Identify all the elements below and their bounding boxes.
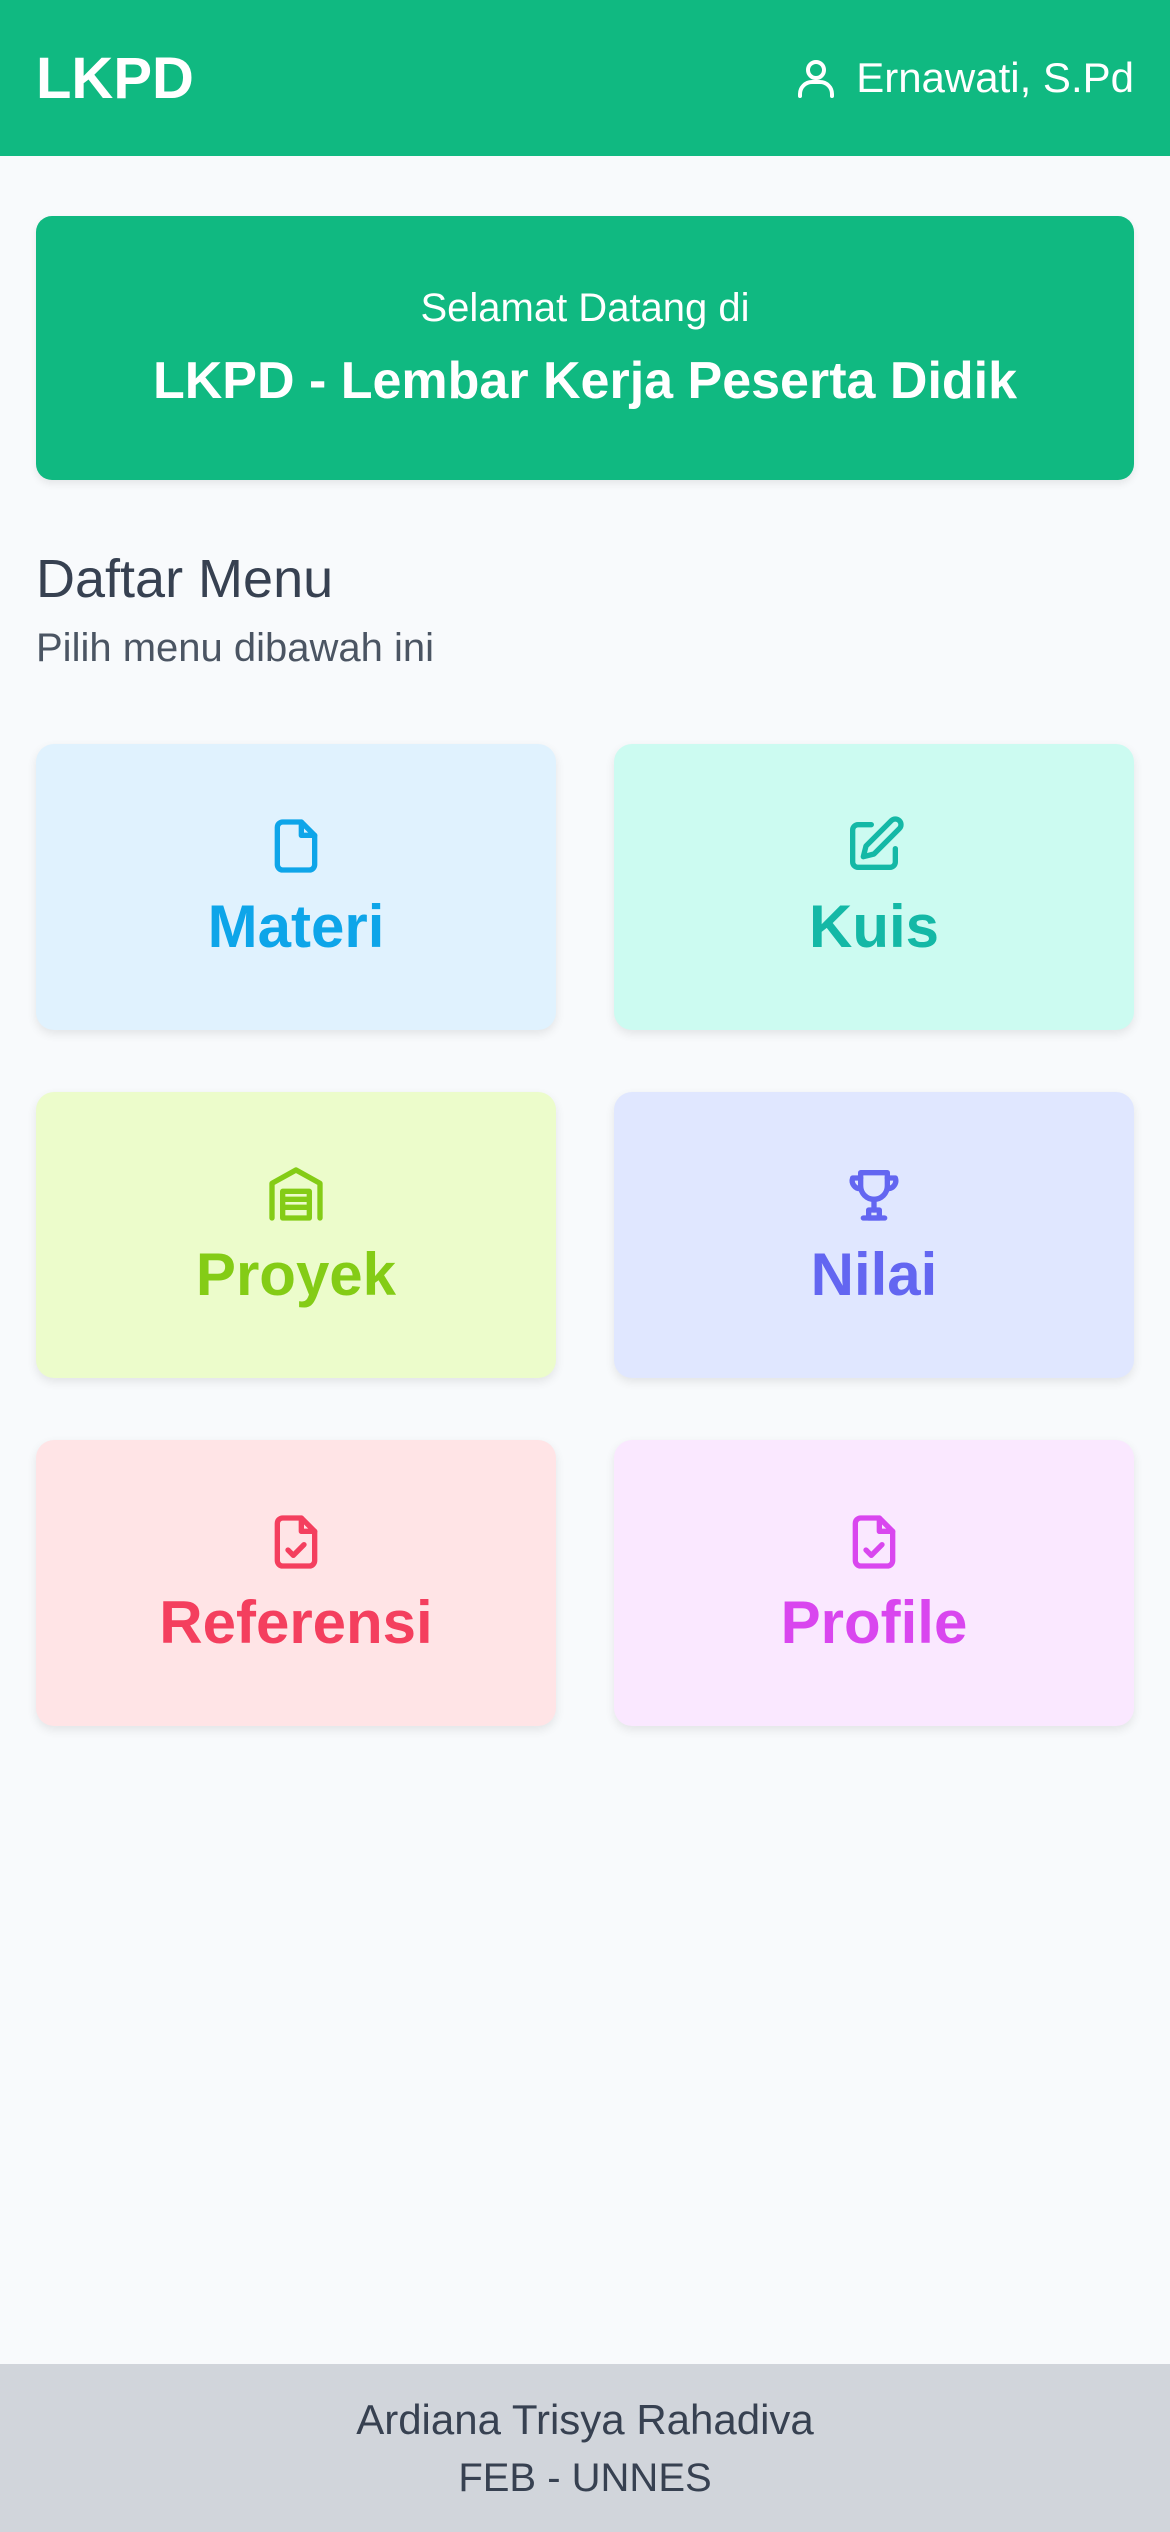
file-check-icon: [264, 1510, 328, 1574]
footer-author: Ardiana Trisya Rahadiva: [356, 2395, 814, 2443]
welcome-subtitle: Selamat Datang di: [420, 285, 750, 330]
menu-card-label: Profile: [780, 1588, 968, 1656]
footer: Ardiana Trisya Rahadiva FEB - UNNES: [0, 2364, 1170, 2532]
warehouse-icon: [264, 1162, 328, 1226]
menu-subtitle: Pilih menu dibawah ini: [36, 626, 435, 670]
menu-card-label: Nilai: [810, 1240, 938, 1308]
menu-title: Daftar Menu: [36, 549, 334, 609]
menu-card-referensi[interactable]: Referensi: [36, 1440, 556, 1726]
user-menu[interactable]: Ernawati, S.Pd: [792, 54, 1134, 102]
menu-card-label: Materi: [207, 892, 385, 960]
user-name: Ernawati, S.Pd: [856, 54, 1134, 101]
top-bar: LKPD Ernawati, S.Pd: [0, 0, 1170, 156]
edit-icon: [842, 814, 906, 878]
file-icon: [264, 814, 328, 878]
menu-card-profile[interactable]: Profile: [614, 1440, 1134, 1726]
menu-card-label: Proyek: [195, 1240, 397, 1308]
menu-card-nilai[interactable]: Nilai: [614, 1092, 1134, 1378]
welcome-title: LKPD - Lembar Kerja Peserta Didik: [152, 351, 1018, 410]
footer-org: FEB - UNNES: [458, 2455, 712, 2500]
menu-card-proyek[interactable]: Proyek: [36, 1092, 556, 1378]
welcome-banner: Selamat Datang di LKPD - Lembar Kerja Pe…: [36, 216, 1134, 480]
menu-card-label: Referensi: [159, 1588, 433, 1656]
app-brand[interactable]: LKPD: [36, 45, 194, 112]
menu-card-kuis[interactable]: Kuis: [614, 744, 1134, 1030]
menu-card-materi[interactable]: Materi: [36, 744, 556, 1030]
user-icon: [792, 54, 840, 102]
menu-card-label: Kuis: [808, 892, 940, 960]
trophy-icon: [842, 1162, 906, 1226]
file-check-icon: [842, 1510, 906, 1574]
